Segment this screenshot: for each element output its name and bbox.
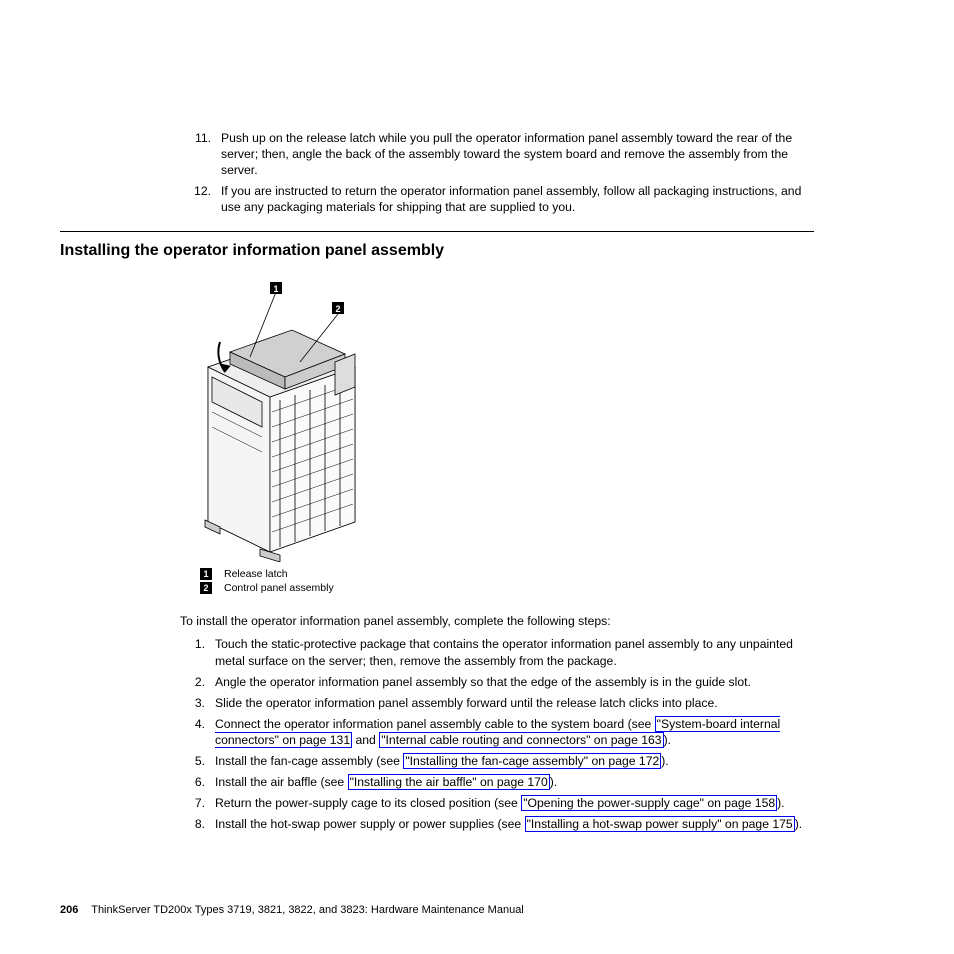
step-text: Connect the operator information panel a… <box>215 716 814 748</box>
list-item: 2. Angle the operator information panel a… <box>185 674 814 690</box>
intro-text: To install the operator information pane… <box>180 614 814 628</box>
step-text: Install the air baffle (see "Installing … <box>215 774 814 790</box>
list-item: 4. Connect the operator information panel… <box>185 716 814 748</box>
server-diagram: 1 2 <box>200 272 380 562</box>
list-item: 3. Slide the operator information panel a… <box>185 695 814 711</box>
list-item: 5. Install the fan-cage assembly (see "In… <box>185 753 814 769</box>
step-number: 7. <box>185 795 205 811</box>
step-number: 8. <box>185 816 205 832</box>
step-number: 12. <box>185 183 211 215</box>
callout-number-icon: 1 <box>200 568 212 580</box>
callout-number-icon: 2 <box>200 582 212 594</box>
step-number: 2. <box>185 674 205 690</box>
step-number: 3. <box>185 695 205 711</box>
list-item: 6. Install the air baffle (see "Installin… <box>185 774 814 790</box>
list-item: 11. Push up on the release latch while y… <box>185 130 814 178</box>
step-text: Push up on the release latch while you p… <box>221 130 814 178</box>
list-item: 8. Install the hot-swap power supply or p… <box>185 816 814 832</box>
server-illustration-svg: 1 2 <box>200 272 380 562</box>
list-item: 1. Touch the static-protective package th… <box>185 636 814 668</box>
cross-reference-link[interactable]: "Opening the power-supply cage" on page … <box>521 795 777 811</box>
legend-item: 1 Release latch <box>200 568 510 580</box>
diagram-area: 1 2 1 Release latch 2 Control panel asse… <box>180 272 510 594</box>
section-heading: Installing the operator information pane… <box>60 242 814 260</box>
section-divider <box>60 231 814 232</box>
step-number: 11. <box>185 130 211 178</box>
svg-text:1: 1 <box>273 284 278 294</box>
step-text: Touch the static-protective package that… <box>215 636 814 668</box>
cross-reference-link[interactable]: "Installing a hot-swap power supply" on … <box>525 816 795 832</box>
list-item: 7. Return the power-supply cage to its cl… <box>185 795 814 811</box>
step-text: If you are instructed to return the oper… <box>221 183 814 215</box>
step-number: 1. <box>185 636 205 668</box>
step-number: 5. <box>185 753 205 769</box>
page-number: 206 <box>60 904 78 916</box>
step-text: Install the hot-swap power supply or pow… <box>215 816 814 832</box>
install-steps-list: 1. Touch the static-protective package th… <box>185 636 814 832</box>
cross-reference-link[interactable]: "Installing the air baffle" on page 170 <box>348 774 550 790</box>
previous-step-list: 11. Push up on the release latch while y… <box>185 130 814 215</box>
step-text: Slide the operator information panel ass… <box>215 695 814 711</box>
cross-reference-link[interactable]: "Installing the fan-cage assembly" on pa… <box>403 753 661 769</box>
legend-label: Release latch <box>224 568 288 580</box>
svg-text:2: 2 <box>335 304 340 314</box>
step-text: Install the fan-cage assembly (see "Inst… <box>215 753 814 769</box>
list-item: 12. If you are instructed to return the … <box>185 183 814 215</box>
legend-label: Control panel assembly <box>224 582 334 594</box>
step-text: Angle the operator information panel ass… <box>215 674 814 690</box>
page-footer: 206 ThinkServer TD200x Types 3719, 3821,… <box>60 904 524 916</box>
footer-text: ThinkServer TD200x Types 3719, 3821, 382… <box>91 904 524 916</box>
cross-reference-link[interactable]: "Internal cable routing and connectors" … <box>379 732 663 748</box>
diagram-legend: 1 Release latch 2 Control panel assembly <box>200 568 510 594</box>
legend-item: 2 Control panel assembly <box>200 582 510 594</box>
step-text: Return the power-supply cage to its clos… <box>215 795 814 811</box>
step-number: 6. <box>185 774 205 790</box>
step-number: 4. <box>185 716 205 748</box>
